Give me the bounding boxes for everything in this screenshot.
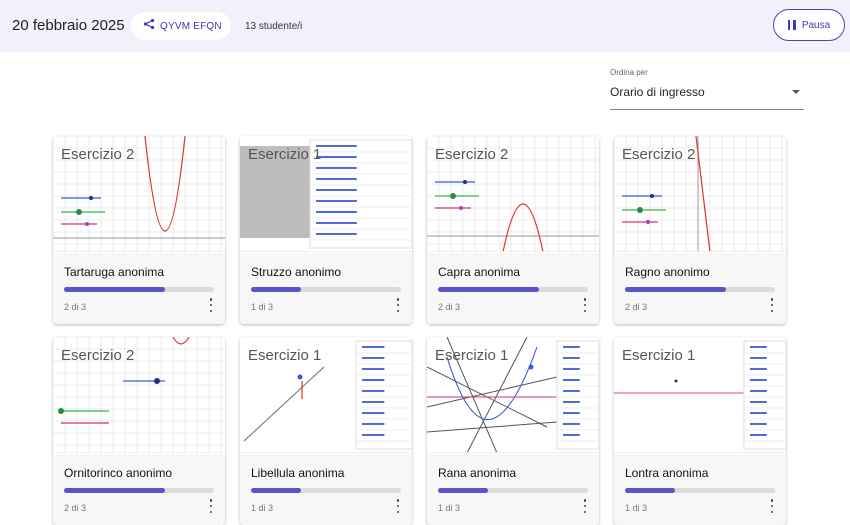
progress-text: 2 di 3 (64, 302, 87, 312)
card-footer: Tartaruga anonima 2 di 3 (53, 253, 225, 324)
card-footer: Libellula anonima 1 di 3 (240, 454, 412, 525)
card-footer: Struzzo anonimo 1 di 3 (240, 253, 412, 324)
progress-fill (64, 488, 165, 493)
student-card[interactable]: Esercizio 2 Capra anonima 2 di 3 (427, 136, 599, 324)
card-footer: Capra anonima 2 di 3 (427, 253, 599, 324)
more-vert-icon[interactable] (208, 499, 214, 513)
more-vert-icon[interactable] (582, 499, 588, 513)
card-footer: Lontra anonima 1 di 3 (614, 454, 786, 525)
more-vert-icon[interactable] (395, 499, 401, 513)
exercise-label: Esercizio 2 (622, 146, 696, 163)
student-card[interactable]: Esercizio 2 Tartaruga anonima 2 di 3 (53, 136, 225, 324)
student-name: Capra anonima (438, 265, 521, 279)
progress-bar (625, 287, 775, 292)
card-footer: Ragno anonimo 2 di 3 (614, 253, 786, 324)
student-card[interactable]: Esercizio 1 Rana anonima 1 di 3 (427, 337, 599, 525)
student-name: Tartaruga anonima (64, 265, 165, 279)
sort-caption: Ordina per (610, 68, 648, 77)
progress-fill (625, 488, 675, 493)
exercise-label: Esercizio 1 (435, 347, 509, 364)
student-name: Lontra anonima (625, 466, 709, 480)
progress-text: 2 di 3 (64, 503, 87, 513)
card-footer: Ornitorinco anonimo 2 di 3 (53, 454, 225, 525)
progress-bar (251, 287, 401, 292)
progress-bar (625, 488, 775, 493)
progress-text: 1 di 3 (438, 503, 461, 513)
progress-bar (251, 488, 401, 493)
exercise-label: Esercizio 2 (61, 146, 135, 163)
student-name: Struzzo anonimo (251, 265, 342, 279)
student-name: Rana anonima (438, 466, 517, 480)
progress-text: 2 di 3 (438, 302, 461, 312)
exercise-thumbnail: Esercizio 2 (427, 136, 599, 252)
progress-text: 1 di 3 (251, 302, 274, 312)
progress-bar (64, 287, 214, 292)
progress-fill (438, 488, 488, 493)
student-card[interactable]: Esercizio 1 Libellula anonima 1 di 3 (240, 337, 412, 525)
more-vert-icon[interactable] (582, 298, 588, 312)
more-vert-icon[interactable] (208, 298, 214, 312)
progress-fill (251, 488, 301, 493)
sort-select[interactable]: Orario di ingresso (610, 85, 804, 110)
progress-bar (438, 488, 588, 493)
card-footer: Rana anonima 1 di 3 (427, 454, 599, 525)
progress-text: 1 di 3 (625, 503, 648, 513)
pause-icon (787, 20, 796, 30)
exercise-thumbnail: Esercizio 1 (240, 136, 412, 252)
exercise-thumbnail: Esercizio 2 (53, 136, 225, 252)
progress-bar (438, 287, 588, 292)
exercise-thumbnail: Esercizio 2 (53, 337, 225, 453)
exercise-thumbnail: Esercizio 1 (427, 337, 599, 453)
pause-button-label: Pausa (801, 19, 831, 31)
exercise-label: Esercizio 2 (61, 347, 135, 364)
sort-control: Ordina per Orario di ingresso (610, 68, 804, 110)
student-name: Ornitorinco anonimo (64, 466, 173, 480)
chevron-down-icon (792, 90, 800, 94)
progress-fill (251, 287, 301, 292)
sort-value: Orario di ingresso (610, 85, 705, 99)
student-count: 13 studente/i (245, 21, 303, 32)
progress-fill (625, 287, 726, 292)
top-bar: 20 febbraio 2025 QYVM EFQN 13 studente/i… (0, 0, 850, 52)
exercise-label: Esercizio 1 (248, 347, 322, 364)
exercise-thumbnail: Esercizio 1 (240, 337, 412, 453)
progress-fill (64, 287, 165, 292)
more-vert-icon[interactable] (395, 298, 401, 312)
session-code: QYVM EFQN (160, 20, 222, 32)
student-card[interactable]: Esercizio 2 Ragno anonimo 2 di 3 (614, 136, 786, 324)
progress-fill (438, 287, 539, 292)
more-vert-icon[interactable] (769, 499, 775, 513)
progress-text: 1 di 3 (251, 503, 274, 513)
share-icon (143, 17, 155, 35)
progress-bar (64, 488, 214, 493)
student-card[interactable]: Esercizio 2 Ornitorinco anonimo 2 di 3 (53, 337, 225, 525)
exercise-thumbnail: Esercizio 2 (614, 136, 786, 252)
student-name: Ragno anonimo (625, 265, 710, 279)
progress-text: 2 di 3 (625, 302, 648, 312)
pause-button[interactable]: Pausa (773, 9, 845, 41)
session-date: 20 febbraio 2025 (12, 17, 125, 34)
more-vert-icon[interactable] (769, 298, 775, 312)
exercise-label: Esercizio 2 (435, 146, 509, 163)
exercise-label: Esercizio 1 (248, 146, 322, 163)
student-name: Libellula anonima (251, 466, 345, 480)
exercise-thumbnail: Esercizio 1 (614, 337, 786, 453)
student-card[interactable]: Esercizio 1 Struzzo anonimo 1 di 3 (240, 136, 412, 324)
share-code-button[interactable]: QYVM EFQN (131, 12, 231, 40)
student-card[interactable]: Esercizio 1 Lontra anonima 1 di 3 (614, 337, 786, 525)
exercise-label: Esercizio 1 (622, 347, 696, 364)
